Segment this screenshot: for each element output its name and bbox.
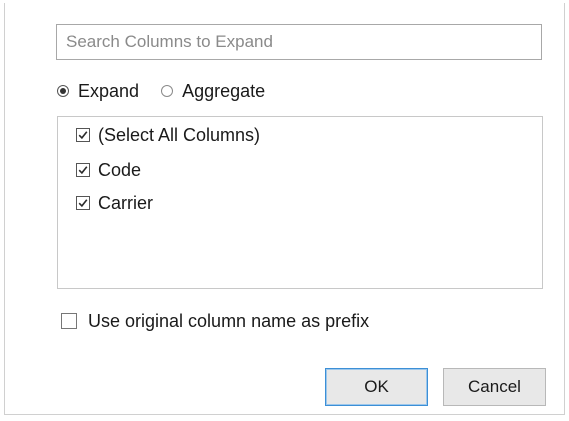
radio-expand-indicator <box>57 85 69 97</box>
column-list[interactable]: (Select All Columns) Code Carrier <box>57 116 543 289</box>
expand-mode-group: Expand Aggregate <box>57 79 265 103</box>
list-item-label: Code <box>98 159 142 180</box>
search-columns-input[interactable] <box>56 24 542 60</box>
check-icon <box>78 131 88 140</box>
list-item-label: (Select All Columns) <box>98 124 261 145</box>
prefix-option-label: Use original column name as prefix <box>88 310 370 331</box>
check-icon <box>78 166 88 175</box>
select-all-checkbox[interactable] <box>76 128 90 142</box>
radio-expand-label: Expand <box>78 80 140 101</box>
prefix-checkbox[interactable] <box>61 313 77 329</box>
radio-selected-dot <box>60 88 66 94</box>
radio-aggregate[interactable]: Aggregate <box>161 81 265 102</box>
code-checkbox[interactable] <box>76 163 90 177</box>
list-item-select-all[interactable]: (Select All Columns) <box>76 124 260 146</box>
ok-button[interactable]: OK <box>325 368 428 406</box>
radio-expand[interactable]: Expand <box>57 81 139 102</box>
check-icon <box>78 199 88 208</box>
list-item-code[interactable]: Code <box>76 159 141 181</box>
expand-columns-dialog: Expand Aggregate (Select All Columns) Co… <box>4 3 565 415</box>
radio-aggregate-indicator <box>161 85 174 97</box>
prefix-option[interactable]: Use original column name as prefix <box>61 310 369 332</box>
list-item-carrier[interactable]: Carrier <box>76 192 153 214</box>
carrier-checkbox[interactable] <box>76 196 90 210</box>
radio-aggregate-label: Aggregate <box>182 80 266 101</box>
list-item-label: Carrier <box>98 192 154 213</box>
cancel-button[interactable]: Cancel <box>443 368 546 406</box>
